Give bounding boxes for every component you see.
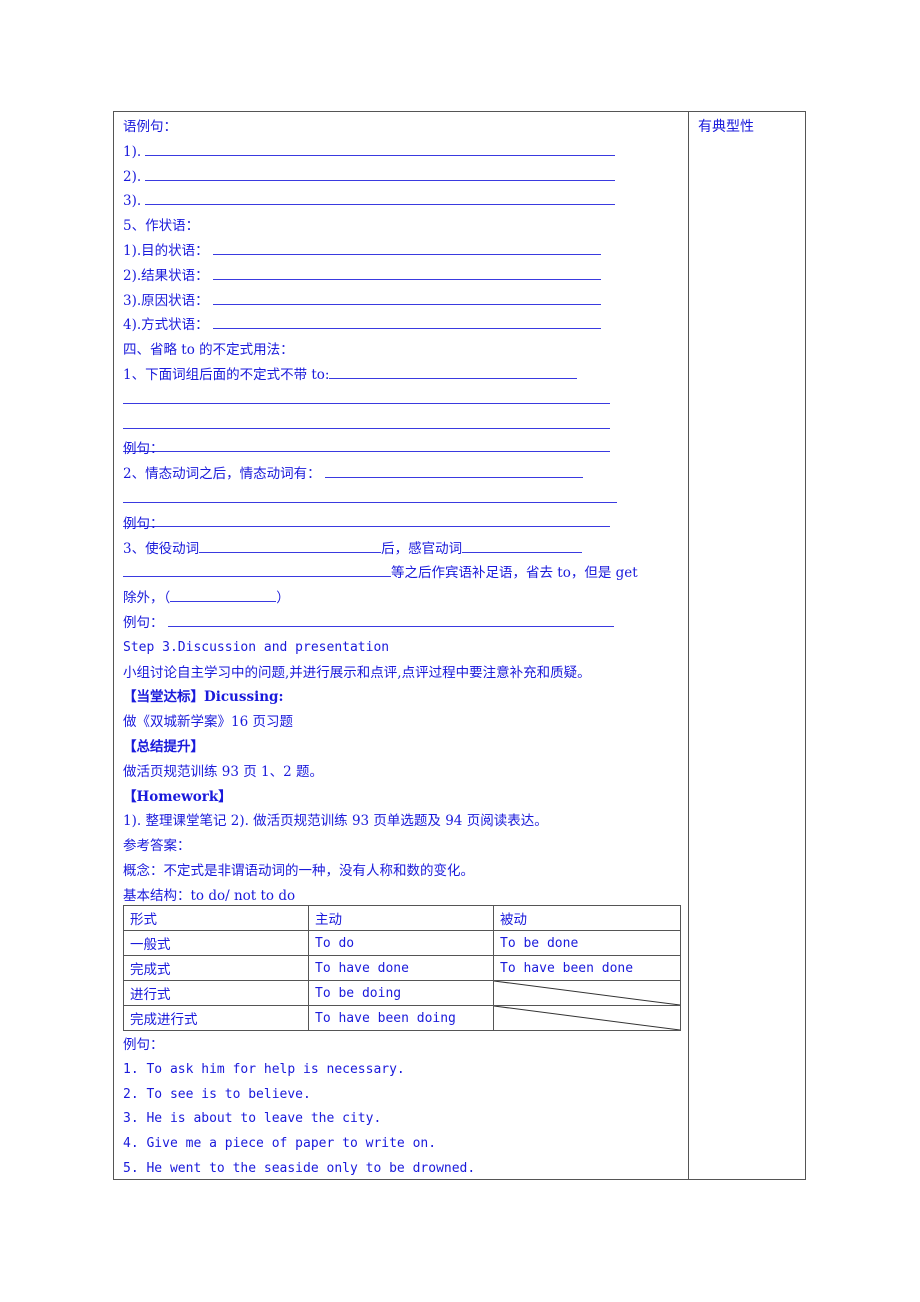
concept-text: 概念：不定式是非谓语动词的一种，没有人称和数的变化。 [123, 862, 474, 879]
blank-field[interactable] [462, 538, 583, 553]
table-cell: 进行式 [123, 980, 309, 1006]
step-3-heading: Step 3.Discussion and presentation [123, 639, 390, 655]
line-example-sentence: 例句： [123, 611, 686, 636]
examples-label: 例句： [123, 1037, 164, 1053]
line-blank [123, 413, 686, 438]
blank-field[interactable]: 例句： [123, 437, 610, 457]
example-item: 1. To ask him for help is necessary. [123, 1061, 405, 1077]
table-cell: 完成式 [123, 955, 309, 981]
line-example-1: 1). [123, 140, 686, 165]
table-row: 完成式 To have done To have been done [123, 955, 681, 981]
diagonal-slash [494, 1006, 680, 1030]
blank-field[interactable] [145, 141, 616, 156]
line-result: 2).结果状语： [123, 264, 686, 289]
line-example-heading: 语例句： [123, 119, 177, 135]
blank-field[interactable] [123, 562, 391, 578]
blank-field[interactable] [123, 414, 610, 429]
blank-field[interactable] [329, 364, 578, 379]
answer-key-heading: 参考答案： [123, 838, 191, 855]
summary-task: 做活页规范训练 93 页 1、2 题。 [123, 763, 324, 780]
table-cell: To be done [493, 930, 681, 956]
blank-field[interactable] [212, 314, 601, 330]
blank-field[interactable] [324, 463, 583, 479]
line-example-2: 2). [123, 165, 686, 190]
line-except: 除外，（） [123, 586, 686, 611]
line-manner: 4).方式状语： [123, 313, 686, 338]
line-example-3: 3). [123, 189, 686, 214]
blank-field[interactable]: 例句： [123, 512, 610, 532]
empty-slashed-cell [493, 1005, 681, 1031]
table-row: 进行式 To be doing [123, 980, 681, 1006]
summary-heading: 【总结提升】 [123, 738, 204, 755]
column-divider [688, 112, 689, 1179]
table-cell: To be doing [308, 980, 494, 1006]
table-cell: To have been doing [308, 1005, 494, 1031]
line-blank [123, 388, 686, 413]
line-object-complement: 等之后作宾语补足语，省去 to，但是 get [123, 561, 686, 586]
blank-field[interactable] [145, 190, 616, 206]
blank-field[interactable] [123, 488, 617, 503]
line-reason: 3).原因状语： [123, 289, 686, 314]
blank-field[interactable] [199, 538, 382, 553]
line-blank [123, 487, 686, 512]
in-class-target-heading: 【当堂达标】Dicussing: [123, 689, 284, 706]
blank-field[interactable] [170, 587, 277, 603]
table-cell: To have done [308, 955, 494, 981]
header-cell: 主动 [308, 905, 494, 931]
example-item: 3. He is about to leave the city. [123, 1111, 382, 1127]
blank-field[interactable] [167, 612, 614, 627]
table-row: 完成进行式 To have been doing [123, 1005, 681, 1031]
line-example-sentence: 例句： [123, 512, 686, 537]
line-modal-verbs: 2、情态动词之后，情态动词有： [123, 462, 686, 487]
example-item: 4. Give me a piece of paper to write on. [123, 1136, 437, 1152]
example-sentences: 例句： 1. To ask him for help is necessary.… [123, 1033, 475, 1182]
worksheet-table: 有典型性 语例句： 1). 2). 3). 5、作状语： 1).目的状语： 2)… [113, 111, 806, 1180]
blank-field[interactable] [212, 265, 601, 280]
diagonal-slash [494, 981, 680, 1005]
example-item: 5. He went to the seaside only to be dro… [123, 1160, 476, 1176]
header-cell: 被动 [493, 905, 681, 931]
blank-field[interactable] [212, 240, 601, 255]
line-adverbial-heading: 5、作状语： [123, 218, 200, 235]
table-cell: 完成进行式 [123, 1005, 309, 1031]
step-3-description: 小组讨论自主学习中的问题,并进行展示和点评,点评过程中要注意补充和质疑。 [123, 664, 591, 681]
line-purpose: 1).目的状语： [123, 239, 686, 264]
example-item: 2. To see is to believe. [123, 1086, 311, 1102]
line-causative-verbs: 3、使役动词 后，感官动词 [123, 537, 686, 562]
blank-field[interactable] [212, 290, 601, 305]
empty-slashed-cell [493, 980, 681, 1006]
table-cell: To do [308, 930, 494, 956]
table-header-row: 形式 主动 被动 [123, 905, 681, 931]
line-example-sentence: 例句： [123, 437, 686, 462]
table-cell: To have been done [493, 955, 681, 981]
homework-task: 1). 整理课堂笔记 2). 做活页规范训练 93 页单选题及 94 页阅读表达… [123, 813, 548, 830]
table-cell: 一般式 [123, 930, 309, 956]
infinitive-forms-table: 形式 主动 被动 一般式 To do To be done 完成式 To hav… [123, 905, 681, 1031]
line-bare-infinitive: 1、下面词组后面的不定式不带 to: [123, 363, 686, 388]
homework-heading: 【Homework】 [123, 788, 232, 805]
blank-field[interactable] [123, 389, 610, 404]
main-content: 语例句： 1). 2). 3). 5、作状语： 1).目的状语： 2).结果状语… [123, 115, 686, 1176]
side-note: 有典型性 [698, 119, 754, 135]
in-class-task: 做《双城新学案》16 页习题 [123, 714, 293, 731]
line-section-four: 四、省略 to 的不定式用法： [123, 342, 294, 359]
blank-field[interactable] [145, 166, 616, 181]
header-cell: 形式 [123, 905, 309, 931]
table-row: 一般式 To do To be done [123, 930, 681, 956]
